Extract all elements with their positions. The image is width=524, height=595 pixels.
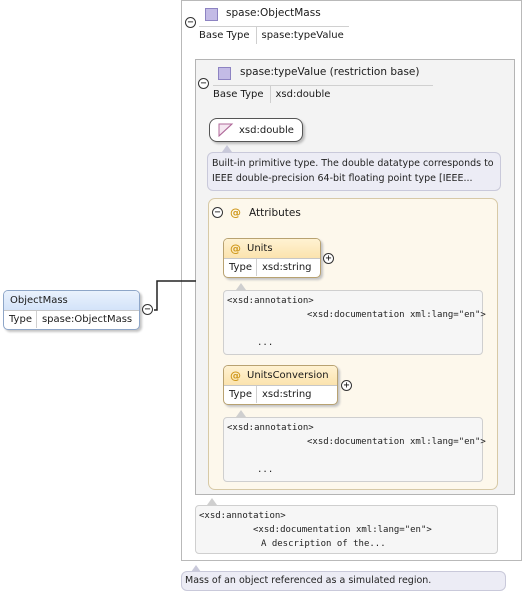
documentation-tag: <xsd:documentation xml:lang="en"> — [307, 310, 486, 320]
restriction-title: spase:typeValue (restriction base) — [240, 66, 420, 78]
attribute-unitsconversion[interactable]: @ UnitsConversion Type xsd:string — [223, 365, 338, 405]
base-type-label: Base Type — [213, 86, 271, 103]
expand-icon[interactable]: + — [323, 253, 334, 264]
annotation-pointer — [207, 498, 217, 505]
attribute-icon: @ — [230, 206, 241, 219]
attribute-annotation: <xsd:annotation> <xsd:documentation xml:… — [223, 290, 486, 355]
attribute-annotation: <xsd:annotation> <xsd:documentation xml:… — [223, 417, 486, 482]
attributes-title: Attributes — [249, 207, 301, 219]
type-value: xsd:string — [261, 389, 312, 400]
complex-type-icon — [205, 8, 218, 21]
complex-type-title: spase:ObjectMass — [226, 7, 321, 19]
description-line: IEEE double-precision 64-bit floating po… — [212, 173, 473, 184]
complex-type-base-row: Base Type spase:typeValue — [199, 26, 349, 44]
annotation-pointer — [236, 283, 246, 290]
base-type-value: xsd:double — [275, 89, 331, 100]
type-label: Type — [4, 311, 37, 328]
annotation-tag: <xsd:annotation> — [227, 296, 314, 306]
base-type-label: Base Type — [199, 27, 257, 44]
collapse-icon[interactable]: − — [198, 78, 209, 89]
documentation-tag: <xsd:documentation xml:lang="en"> — [307, 437, 486, 447]
documentation-tag: <xsd:documentation xml:lang="en"> — [253, 525, 432, 535]
type-label: Type — [224, 259, 257, 276]
primitive-description: Built-in primitive type. The double data… — [207, 152, 501, 191]
annotation-ellipsis: ... — [257, 338, 274, 348]
type-annotation: <xsd:annotation> <xsd:documentation xml:… — [195, 505, 498, 554]
type-value: spase:ObjectMass — [41, 314, 133, 325]
base-type-value: spase:typeValue — [261, 30, 344, 41]
restriction-icon — [218, 67, 231, 80]
annotation-tag: <xsd:annotation> — [199, 511, 286, 521]
description-pointer — [222, 145, 232, 152]
restriction-base-row: Base Type xsd:double — [213, 85, 433, 103]
attribute-units[interactable]: @ Units Type xsd:string — [223, 238, 321, 278]
type-label: Type — [224, 386, 257, 403]
annotation-pointer — [236, 410, 246, 417]
simple-type-icon — [218, 123, 234, 137]
element-name: ObjectMass — [10, 295, 68, 306]
element-description: Mass of an object referenced as a simula… — [181, 571, 506, 591]
primitive-type-name: xsd:double — [239, 124, 294, 136]
element-objectmass[interactable]: ObjectMass Type spase:ObjectMass — [3, 290, 140, 330]
collapse-icon[interactable]: − — [142, 304, 153, 315]
attribute-name: Units — [247, 243, 273, 254]
description-line: Built-in primitive type. The double data… — [212, 158, 494, 169]
expand-icon[interactable]: + — [341, 380, 352, 391]
type-value: xsd:string — [261, 262, 312, 273]
primitive-type-badge[interactable]: xsd:double — [209, 118, 303, 142]
collapse-icon[interactable]: − — [212, 207, 223, 218]
annotation-text: A description of the... — [261, 539, 386, 549]
attribute-name: UnitsConversion — [247, 370, 329, 381]
annotation-ellipsis: ... — [257, 465, 274, 475]
collapse-icon[interactable]: − — [185, 17, 196, 28]
annotation-tag: <xsd:annotation> — [227, 423, 314, 433]
attribute-icon: @ — [230, 369, 241, 382]
attribute-icon: @ — [230, 242, 241, 255]
